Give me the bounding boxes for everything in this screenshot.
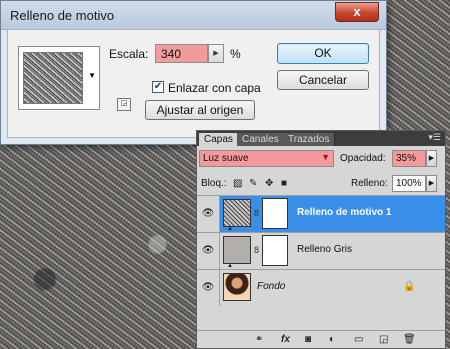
pattern-swatch[interactable] — [23, 52, 83, 104]
link-with-layer-checkbox[interactable]: ✔ — [152, 81, 164, 93]
fill-input[interactable]: 100% — [392, 175, 426, 192]
layer-mask-thumbnail[interactable] — [262, 198, 288, 229]
pattern-picker[interactable]: ▼ — [18, 46, 100, 110]
layer-name: Relleno Gris — [297, 244, 353, 255]
layers-panel: Capas Canales Trazados ▾☰ Luz suave ▼ Op… — [196, 130, 446, 349]
fill-label: Relleno: — [351, 178, 388, 189]
opacity-input[interactable]: 35% — [392, 150, 426, 167]
link-chain-icon[interactable]: 8 — [254, 245, 259, 255]
adjustment-layer-icon[interactable]: ◐ — [329, 334, 335, 345]
layer-row-relleno-gris[interactable]: 👁 ▲ 8 Relleno Gris — [197, 232, 445, 269]
opacity-arrow-icon[interactable]: ▶ — [426, 150, 437, 167]
ok-button[interactable]: OK — [277, 43, 369, 64]
scale-unit: % — [230, 47, 241, 61]
blend-mode-select[interactable]: Luz suave ▼ — [199, 150, 334, 167]
dialog-titlebar[interactable]: Relleno de motivo x — [1, 1, 386, 30]
layer-thumbnail — [223, 236, 251, 264]
tab-capas[interactable]: Capas — [199, 133, 239, 146]
blend-mode-value: Luz suave — [203, 153, 249, 164]
group-folder-icon[interactable]: ▭ — [354, 334, 363, 345]
lock-brush-icon[interactable]: ✎ — [249, 178, 257, 189]
eye-icon[interactable]: 👁 — [197, 196, 220, 232]
fx-icon[interactable]: fx — [281, 334, 290, 345]
panel-tab-bar: Capas Canales Trazados ▾☰ — [197, 131, 445, 146]
scale-label: Escala: — [109, 47, 149, 61]
lock-label: Bloq.: — [201, 178, 227, 189]
layer-thumbnail — [223, 273, 251, 301]
new-layer-icon[interactable]: ◲ — [379, 334, 388, 345]
scale-slider-arrow-icon[interactable]: ▶ — [208, 44, 224, 63]
layer-row-fondo[interactable]: 👁 Fondo 🔒 — [197, 269, 445, 306]
eye-icon[interactable]: 👁 — [197, 270, 220, 306]
close-button[interactable]: x — [335, 2, 379, 22]
dialog-title: Relleno de motivo — [10, 8, 115, 23]
link-with-layer-label: Enlazar con capa — [168, 81, 261, 95]
lock-transparency-icon[interactable]: ▨ — [233, 178, 242, 189]
chevron-down-icon[interactable]: ▼ — [88, 71, 96, 80]
link-layers-icon[interactable]: ⚭ — [255, 334, 263, 345]
panel-menu-icon[interactable]: ▾☰ — [428, 132, 441, 143]
lock-position-icon[interactable]: ✥ — [265, 178, 273, 189]
eye-icon[interactable]: 👁 — [197, 233, 220, 269]
chevron-down-icon: ▼ — [321, 152, 330, 162]
layer-name: Fondo — [257, 281, 286, 292]
layer-thumbnail — [223, 199, 251, 227]
link-chain-icon[interactable]: 8 — [254, 208, 259, 218]
add-mask-icon[interactable]: ◙ — [305, 334, 311, 345]
tab-trazados[interactable]: Trazados — [283, 133, 336, 146]
layer-row-relleno-de-motivo-1[interactable]: 👁 ▲ 8 Relleno de motivo 1 — [197, 195, 445, 232]
lock-icon: 🔒 — [403, 281, 416, 292]
trash-icon[interactable]: 🗑 — [403, 334, 416, 345]
lock-all-icon[interactable]: ■ — [281, 178, 287, 189]
layer-name: Relleno de motivo 1 — [297, 207, 392, 218]
snap-to-origin-button[interactable]: Ajustar al origen — [145, 100, 255, 120]
opacity-label: Opacidad: — [340, 153, 386, 164]
layer-mask-thumbnail[interactable] — [262, 235, 288, 266]
tab-canales[interactable]: Canales — [237, 133, 285, 146]
cancel-button[interactable]: Cancelar — [277, 70, 369, 90]
new-preset-icon[interactable]: ◲ — [117, 98, 131, 111]
layers-toolbar: ⚭ fx ◙ ◐ ▭ ◲ 🗑 — [197, 330, 445, 348]
scale-input[interactable]: 340 — [155, 44, 208, 63]
pattern-fill-dialog: Relleno de motivo x ▼ ◲ Escala: 340 ▶ % … — [0, 0, 387, 145]
fill-arrow-icon[interactable]: ▶ — [426, 175, 437, 192]
dialog-body: ▼ ◲ Escala: 340 ▶ % ✔ Enlazar con capa A… — [7, 29, 380, 138]
